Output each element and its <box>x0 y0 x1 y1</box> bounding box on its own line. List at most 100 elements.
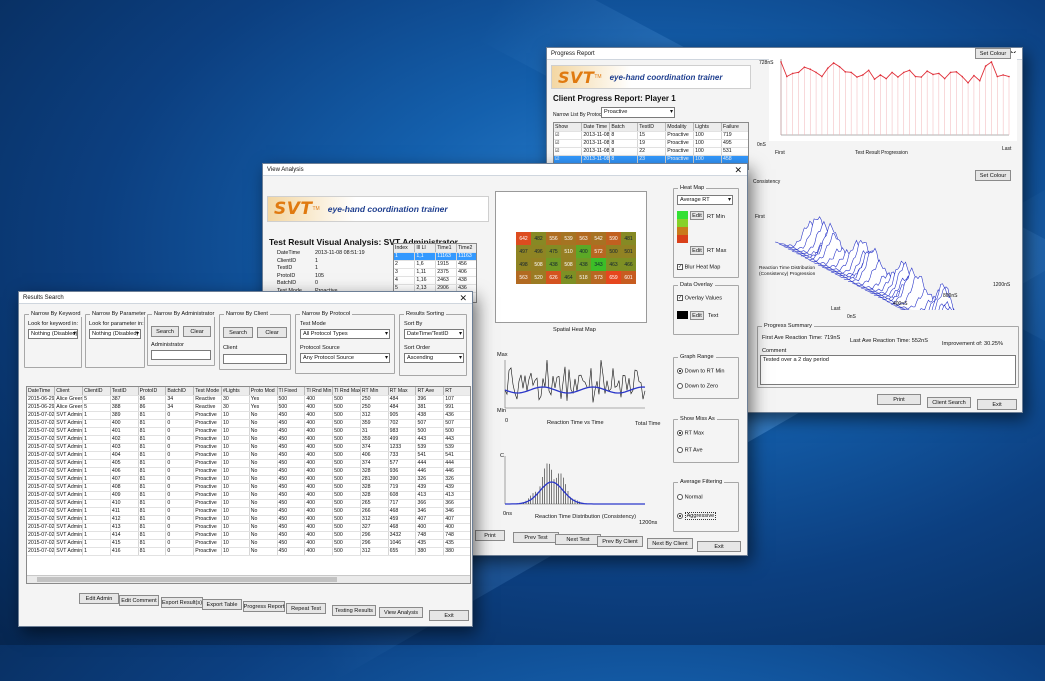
column-header[interactable]: Client <box>54 387 84 396</box>
table-row[interactable]: 3 1,11 2375 406 <box>394 268 476 277</box>
table-row[interactable]: 2015-07-02 14:07:56SVT Administrator1416… <box>27 547 470 556</box>
radio-rt-ave[interactable]: RT Ave <box>677 447 703 453</box>
table-row[interactable]: 2015-07-02 13:41:12SVT Administrator1406… <box>27 467 470 476</box>
table-row[interactable]: 2015-06-29 23:25:17Alice Green53888634Re… <box>27 403 470 412</box>
view-analysis-button[interactable]: View Analysis <box>379 607 423 618</box>
set-colour-button[interactable]: Set Colour <box>975 48 1011 59</box>
prev-test-button[interactable]: Prev Test <box>513 532 559 543</box>
export-table-button[interactable]: Export Table <box>202 599 242 610</box>
table-row[interactable]: 2015-07-02 13:51:05SVT Administrator1409… <box>27 491 470 500</box>
parameter-select[interactable]: Nothing (Disabled) <box>89 329 141 339</box>
column-header[interactable]: RT Min <box>360 387 389 396</box>
column-header[interactable]: Failure <box>721 123 748 132</box>
table-row[interactable]: 1 1,1 11163 11163 <box>394 252 476 261</box>
horizontal-scrollbar[interactable] <box>27 575 470 583</box>
edit-admin-button[interactable]: Edit Admin <box>79 593 119 604</box>
table-row[interactable]: 2 1,6 1915 456 <box>394 260 476 269</box>
radio-down-to-zero[interactable]: Down to Zero <box>677 383 718 389</box>
table-row[interactable]: 4 1,16 2463 438 <box>394 276 476 285</box>
table-row[interactable]: ☑2013-11-08 13:40:05819Proactive100495 <box>554 139 748 148</box>
edit-comment-button[interactable]: Edit Comment <box>119 595 159 606</box>
column-header[interactable]: Tl Rnd Min <box>304 387 334 396</box>
admin-search-button[interactable]: Search <box>151 326 179 337</box>
table-row[interactable]: 2015-07-02 13:14:25SVT Administrator1403… <box>27 443 470 452</box>
column-header[interactable]: Show <box>554 123 583 132</box>
column-header[interactable]: Batch <box>609 123 639 132</box>
administrator-field[interactable] <box>151 350 211 360</box>
table-row[interactable]: 2015-07-02 13:06:51SVT Administrator1400… <box>27 419 470 428</box>
table-row[interactable]: 2015-07-02 14:04:00SVT Administrator1413… <box>27 523 470 532</box>
radio-down-to-rt-min[interactable]: Down to RT Min <box>677 368 724 374</box>
column-header[interactable]: ClientID <box>82 387 111 396</box>
table-row[interactable]: 2015-07-02 13:18:23SVT Administrator1404… <box>27 451 470 460</box>
exit-button[interactable]: Exit <box>697 541 741 552</box>
print-button[interactable]: Print <box>877 394 921 405</box>
prev-by-client-button[interactable]: Prev By Client <box>597 536 643 547</box>
column-header[interactable]: Lights <box>693 123 723 132</box>
blur-heat-map-checkbox[interactable]: ✓ Blur Heat Map <box>677 264 720 270</box>
comment-field[interactable]: Tested over a 2 day period <box>760 355 1016 385</box>
radio-rt-max[interactable]: RT Max <box>677 430 704 436</box>
table-row[interactable]: 2015-07-02 13:10:31SVT Administrator1402… <box>27 435 470 444</box>
export-results-button[interactable]: Export Result(s) <box>161 597 203 608</box>
table-row[interactable]: 2015-07-02 08:58:14SVT Administrator1389… <box>27 411 470 420</box>
column-header[interactable]: TestID <box>110 387 139 396</box>
testing-results-button[interactable]: Testing Results <box>332 605 376 616</box>
edit-max-button[interactable]: Edit <box>690 246 704 255</box>
client-clear-button[interactable]: Clear <box>257 327 287 338</box>
radio-normal[interactable]: Normal <box>677 494 703 500</box>
close-icon[interactable]: ✕ <box>734 164 742 176</box>
print-button[interactable]: Print <box>475 530 505 541</box>
scrollbar-thumb[interactable] <box>37 577 337 582</box>
column-header[interactable]: Modality <box>665 123 695 132</box>
table-row[interactable]: ☑2013-11-08 13:57:36823Proactive100458 <box>554 155 748 164</box>
column-header[interactable]: Tl Fixed <box>277 387 306 396</box>
table-row[interactable]: 2015-07-02 13:56:54SVT Administrator1411… <box>27 507 470 516</box>
repeat-test-button[interactable]: Repeat Test <box>286 603 326 614</box>
sort-by-select[interactable]: DateTime/TestID <box>404 329 464 339</box>
table-row[interactable]: ☑2013-11-08 13:04:37815Proactive100719 <box>554 131 748 140</box>
column-header[interactable]: Proto Mod <box>249 387 278 396</box>
client-search-button[interactable]: Client Search <box>927 397 971 408</box>
table-row[interactable]: 2015-07-02 13:44:09SVT Administrator1407… <box>27 475 470 484</box>
column-header[interactable]: TestID <box>637 123 667 132</box>
column-header[interactable]: Time2 <box>456 244 476 253</box>
column-header[interactable]: RT Ave <box>415 387 445 396</box>
table-row[interactable]: 2015-07-02 13:48:20SVT Administrator1408… <box>27 483 470 492</box>
column-header[interactable]: Tl Rnd Max <box>332 387 361 396</box>
protocol-select[interactable]: Proactive <box>601 107 675 118</box>
radio-aggressive[interactable]: Aggressive <box>677 512 717 521</box>
column-header[interactable]: RT Max <box>388 387 417 396</box>
next-by-client-button[interactable]: Next By Client <box>647 538 693 549</box>
column-header[interactable]: Time1 <box>435 244 458 253</box>
column-header[interactable]: BatchID <box>165 387 195 396</box>
table-row[interactable]: 2015-07-02 14:07:07SVT Administrator1414… <box>27 531 470 540</box>
close-icon[interactable]: ✕ <box>459 292 467 304</box>
sort-order-select[interactable]: Ascending <box>404 353 464 363</box>
column-header[interactable]: Date Time <box>581 123 611 132</box>
test-mode-select[interactable]: All Protocol Types <box>300 329 390 339</box>
heatmap-mode-select[interactable]: Average RT <box>677 195 733 205</box>
edit-min-button[interactable]: Edit <box>690 211 704 220</box>
table-row[interactable]: ☑2013-11-08 13:55:52822Proactive100531 <box>554 147 748 156</box>
table-row[interactable]: 2015-07-02 13:07:01SVT Administrator1401… <box>27 427 470 436</box>
column-header[interactable]: Ill Ll <box>414 244 437 253</box>
table-row[interactable]: 2015-06-29 23:24:57Alice Green53878634Re… <box>27 395 470 404</box>
keyword-select[interactable]: Nothing (Disabled) <box>28 329 78 339</box>
column-header[interactable]: #Lights <box>221 387 250 396</box>
edit-text-colour-button[interactable]: Edit <box>690 311 704 320</box>
overlay-values-checkbox[interactable]: ✓ Overlay Values <box>677 295 722 301</box>
column-header[interactable]: Test Mode <box>193 387 222 396</box>
table-row[interactable]: 2015-07-02 13:36:54SVT Administrator1405… <box>27 459 470 468</box>
table-row[interactable]: 2015-07-02 13:58:34SVT Administrator1412… <box>27 515 470 524</box>
client-field[interactable] <box>223 354 287 364</box>
protocol-source-select[interactable]: Any Protocol Source <box>300 353 390 363</box>
admin-clear-button[interactable]: Clear <box>183 326 211 337</box>
column-header[interactable]: RT <box>443 387 470 396</box>
column-header[interactable]: Index <box>394 244 416 253</box>
table-row[interactable]: 2015-07-02 13:54:03SVT Administrator1410… <box>27 499 470 508</box>
table-row[interactable]: 2015-07-02 14:07:16SVT Administrator1415… <box>27 539 470 548</box>
column-header[interactable]: ProtoID <box>138 387 167 396</box>
exit-button[interactable]: Exit <box>977 399 1017 410</box>
exit-button[interactable]: Exit <box>429 610 469 621</box>
